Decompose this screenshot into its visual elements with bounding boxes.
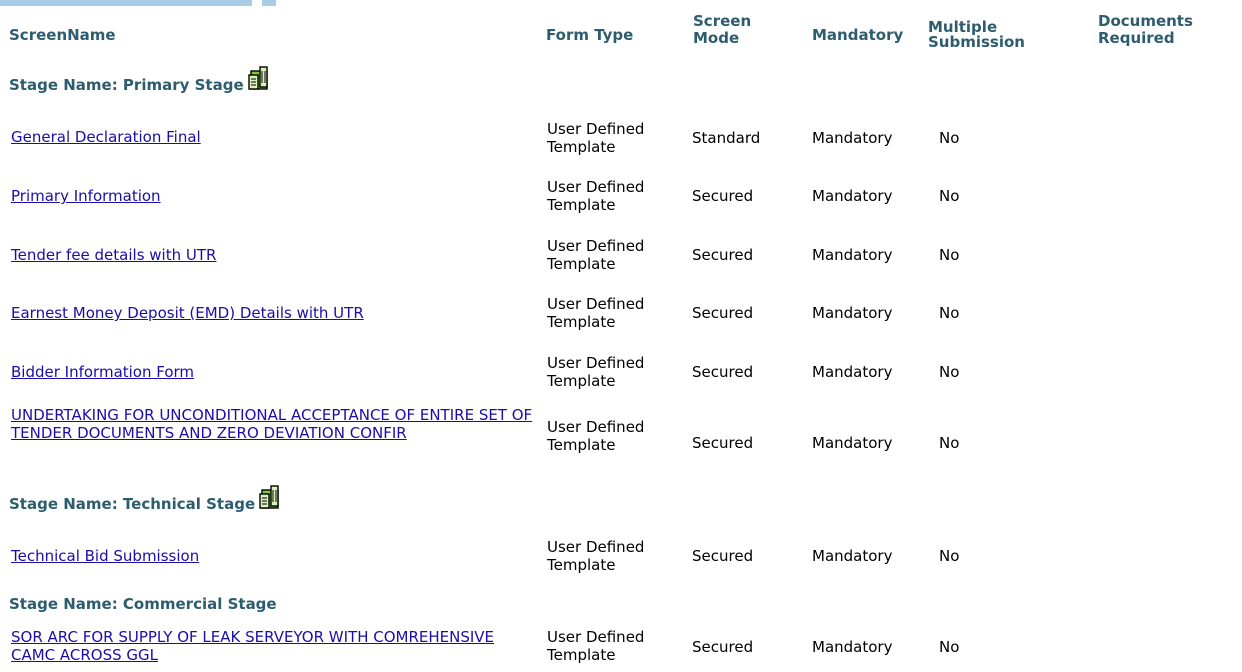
stage-label-technical: Stage Name: Technical Stage xyxy=(9,485,281,513)
mandatory-cell: Mandatory xyxy=(812,638,893,656)
multiple-submission-cell: No xyxy=(939,547,960,565)
form-type-cell: User Defined Template xyxy=(547,120,645,156)
screen-link[interactable]: Earnest Money Deposit (EMD) Details with… xyxy=(11,304,364,322)
screen-link[interactable]: Tender fee details with UTR xyxy=(11,246,216,264)
mandatory-cell: Mandatory xyxy=(812,304,893,322)
screen-link[interactable]: UNDERTAKING FOR UNCONDITIONAL ACCEPTANCE… xyxy=(11,406,532,442)
screen-mode-cell: Secured xyxy=(692,304,754,322)
header-form-type: Form Type xyxy=(546,26,634,44)
screen-mode-cell: Secured xyxy=(692,434,754,452)
top-bar xyxy=(0,0,1242,6)
multiple-submission-cell: No xyxy=(939,304,960,322)
mandatory-cell: Mandatory xyxy=(812,547,893,565)
mandatory-cell: Mandatory xyxy=(812,246,893,264)
mandatory-cell: Mandatory xyxy=(812,187,893,205)
mandatory-cell: Mandatory xyxy=(812,363,893,381)
mandatory-cell: Mandatory xyxy=(812,434,893,452)
top-bar-segment xyxy=(0,0,252,6)
header-screen-name: ScreenName xyxy=(9,26,116,44)
form-type-cell: User Defined Template xyxy=(547,418,645,454)
screen-mode-cell: Secured xyxy=(692,246,754,264)
screen-link[interactable]: Bidder Information Form xyxy=(11,363,194,381)
multiple-submission-cell: No xyxy=(939,187,960,205)
multiple-submission-cell: No xyxy=(939,434,960,452)
form-type-cell: User Defined Template xyxy=(547,178,645,214)
header-screen-mode: Screen Mode xyxy=(693,12,752,47)
screen-mode-cell: Secured xyxy=(692,638,754,656)
screen-mode-cell: Secured xyxy=(692,187,754,205)
screen-mode-cell: Secured xyxy=(692,363,754,381)
screen-link[interactable]: General Declaration Final xyxy=(11,128,201,146)
header-mandatory: Mandatory xyxy=(812,26,904,44)
form-type-cell: User Defined Template xyxy=(547,538,645,574)
stage-label-primary: Stage Name: Primary Stage xyxy=(9,66,270,94)
stage-label-commercial: Stage Name: Commercial Stage xyxy=(9,595,277,613)
screen-link[interactable]: Primary Information xyxy=(11,187,161,205)
folder-documents-icon[interactable] xyxy=(259,485,281,513)
screen-link[interactable]: SOR ARC FOR SUPPLY OF LEAK SERVEYOR WITH… xyxy=(11,628,494,664)
form-type-cell: User Defined Template xyxy=(547,354,645,390)
header-documents-required: Documents Required xyxy=(1098,12,1193,47)
screen-mode-cell: Standard xyxy=(692,129,761,147)
multiple-submission-cell: No xyxy=(939,246,960,264)
stage-name: Stage Name: Technical Stage xyxy=(9,495,256,513)
stage-name: Stage Name: Primary Stage xyxy=(9,76,244,94)
screen-link[interactable]: Technical Bid Submission xyxy=(11,547,199,565)
multiple-submission-cell: No xyxy=(939,129,960,147)
multiple-submission-cell: No xyxy=(939,363,960,381)
header-multiple-submission: Multiple Submission xyxy=(928,18,1025,51)
screen-mode-cell: Secured xyxy=(692,547,754,565)
top-bar-segment xyxy=(262,0,276,6)
mandatory-cell: Mandatory xyxy=(812,129,893,147)
form-type-cell: User Defined Template xyxy=(547,237,645,273)
form-type-cell: User Defined Template xyxy=(547,628,645,664)
form-type-cell: User Defined Template xyxy=(547,295,645,331)
stage-name: Stage Name: Commercial Stage xyxy=(9,595,277,613)
folder-documents-icon[interactable] xyxy=(247,66,270,94)
multiple-submission-cell: No xyxy=(939,638,960,656)
